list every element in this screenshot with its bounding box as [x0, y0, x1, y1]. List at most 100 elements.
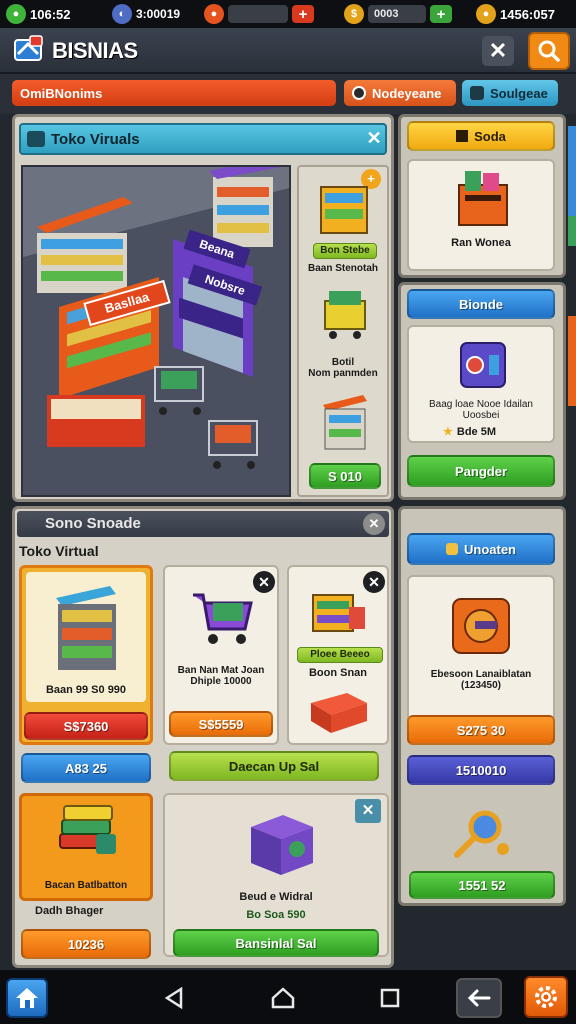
product-stack-icon — [312, 594, 365, 632]
back-triangle-icon — [164, 986, 183, 1010]
card2-label: Ban Nan Mat Joan Dhiple 10000 — [177, 665, 265, 687]
tab-label: Soulgeae — [490, 85, 548, 101]
unoaten-price-button[interactable]: S275 30 — [407, 715, 555, 745]
card5-price: Bo Soa 590 — [246, 909, 306, 921]
store2-card-1[interactable]: ✕ Baan 99 S0 990 S$7360 — [19, 565, 153, 745]
back-button[interactable] — [160, 984, 188, 1012]
card1-price-line: Baan 99 S0 990 — [45, 684, 127, 696]
system-home-button[interactable] — [268, 984, 298, 1012]
page-title: BISNIAS — [52, 38, 138, 63]
tools-icon — [470, 86, 484, 100]
store2-card-3[interactable]: ✕ Ploee Beeeo Boon Snan — [287, 565, 389, 745]
search-button[interactable] — [528, 32, 570, 70]
store2-close-button[interactable]: ✕ — [363, 513, 385, 535]
unoaten-label: Unoaten — [464, 541, 516, 557]
close-button[interactable]: ✕ — [482, 36, 514, 66]
magnifier-key-icon — [454, 810, 509, 858]
return-button[interactable] — [456, 978, 502, 1018]
card1-sub-button[interactable]: A83 25 — [21, 753, 151, 783]
status-energy: ● + — [204, 3, 314, 25]
status-right: ● 1456:057 — [476, 3, 555, 25]
bionde-card-label: Baag loae Nooe Idailan Uoosbei — [429, 399, 533, 421]
card3-label: Boon Snan — [308, 667, 368, 679]
card2-buy-button[interactable]: S$5559 — [169, 711, 273, 737]
gold-value: 0003 — [368, 5, 426, 23]
status-gold: $ 0003 + — [344, 3, 452, 25]
tab-soulgeae[interactable]: Soulgeae — [462, 80, 558, 106]
close-icon: ✕ — [258, 573, 270, 590]
tab-row: OmiBNonims Nodeyeane Soulgeae — [0, 74, 576, 114]
daecan-button[interactable]: Daecan Up Sal — [169, 751, 379, 781]
store-price-button[interactable]: S 010 — [309, 463, 381, 489]
card5-button[interactable]: Bansinlal Sal — [173, 929, 379, 957]
bionde-header-button[interactable]: Bionde — [407, 289, 555, 319]
store2-card-5[interactable]: ✕ Beud e Widral Bo Soa 590 Bansinlal Sal — [163, 793, 389, 957]
store2-title: Sono Snoade — [45, 515, 141, 532]
close-icon: ✕ — [366, 128, 382, 148]
card4-button[interactable]: 10236 — [21, 929, 151, 959]
bionde-card[interactable]: Baag loae Nooe Idailan Uoosbei ★ Bde 5M — [407, 325, 555, 443]
store-panel: Toko Viruals ✕ Basllaa Beana Nobsre + Bo… — [12, 114, 394, 502]
edge-strip-orange — [568, 316, 576, 406]
add-energy-button[interactable]: + — [292, 5, 314, 23]
shelf-unit-icon — [323, 395, 367, 450]
store-title: Toko Viruals — [51, 131, 140, 148]
home-circle-icon — [271, 987, 295, 1009]
soda-label: Soda — [474, 128, 506, 144]
chart-icon — [456, 130, 469, 142]
settings-gear-icon — [535, 986, 557, 1008]
gauge-icon: ◐ — [112, 4, 132, 24]
pangder-button[interactable]: Pangder — [407, 455, 555, 487]
energy-icon: ● — [204, 4, 224, 24]
unoaten-navy-button[interactable]: 1510010 — [407, 755, 555, 785]
red-box-icon — [311, 693, 367, 733]
edge-strip-blue — [568, 126, 576, 216]
edge-strip-green — [568, 216, 576, 246]
soda-card[interactable]: Ran Wonea — [407, 159, 555, 271]
store2-card-2[interactable]: ✕ Ban Nan Mat Joan Dhiple 10000 S$5559 — [163, 565, 279, 745]
card4-sub-label: Dadh Bhager — [35, 905, 104, 917]
tab-omibnonims[interactable]: OmiBNonims — [12, 80, 336, 106]
gem-icon: ● — [6, 4, 26, 24]
store-scene: Basllaa Beana Nobsre — [21, 165, 291, 497]
store2-card-4[interactable]: Bacan Batlbatton — [19, 793, 153, 901]
soda-header-button[interactable]: Soda — [407, 121, 555, 151]
return-arrow-icon — [467, 989, 491, 1007]
unoaten-card-label: Ebesoon Lanaiblatan (123450) — [430, 669, 532, 691]
safe-box-icon — [460, 342, 506, 388]
card1-buy-button[interactable]: S$7360 — [24, 712, 148, 740]
nav-bar — [0, 970, 576, 1024]
item-name: Baan Stenotah — [307, 263, 378, 274]
cart-item-icon — [324, 291, 366, 339]
right-mid-panel: Bionde Baag loae Nooe Idailan Uoosbei ★ … — [398, 282, 566, 500]
card5-label: Beud e Widral — [239, 891, 313, 903]
settings-button[interactable] — [524, 976, 568, 1018]
card5-dismiss-button[interactable]: ✕ — [355, 799, 381, 823]
close-icon: ✕ — [488, 38, 508, 63]
unoaten-header-button[interactable]: Unoaten — [407, 533, 555, 565]
bionde-price-value: Bde 5M — [456, 425, 496, 438]
store-floor-illustration — [23, 167, 289, 495]
star-icon: ★ — [443, 426, 453, 438]
tab-nodeyeane[interactable]: Nodeyeane — [344, 80, 456, 106]
right-top-panel: Soda Ran Wonea — [398, 114, 566, 278]
shelf-display-icon — [56, 586, 116, 670]
status-mid: ◐ 3:00019 — [112, 3, 180, 25]
home-icon — [16, 988, 38, 1008]
item-tag: Bon Stebe — [313, 243, 377, 259]
bionde-price: ★ Bde 5M — [443, 425, 523, 439]
item-name-2: Botil Nom panmden — [308, 357, 378, 379]
home-button[interactable] — [6, 978, 48, 1018]
hand-icon — [446, 543, 458, 555]
tab-label: Nodeyeane — [372, 85, 442, 101]
add-gold-button[interactable]: + — [430, 5, 452, 23]
unoaten-green-button[interactable]: 1551 52 — [409, 871, 555, 899]
vault-icon — [452, 598, 510, 654]
tab-label: OmiBNonims — [20, 85, 103, 101]
close-icon: ✕ — [368, 516, 380, 531]
store-close-button[interactable]: ✕ — [363, 128, 385, 150]
energy-bar — [228, 5, 288, 23]
card3-tag: Ploee Beeeo — [297, 647, 383, 663]
recents-button[interactable] — [376, 984, 404, 1012]
cash-stack-icon — [59, 805, 116, 854]
